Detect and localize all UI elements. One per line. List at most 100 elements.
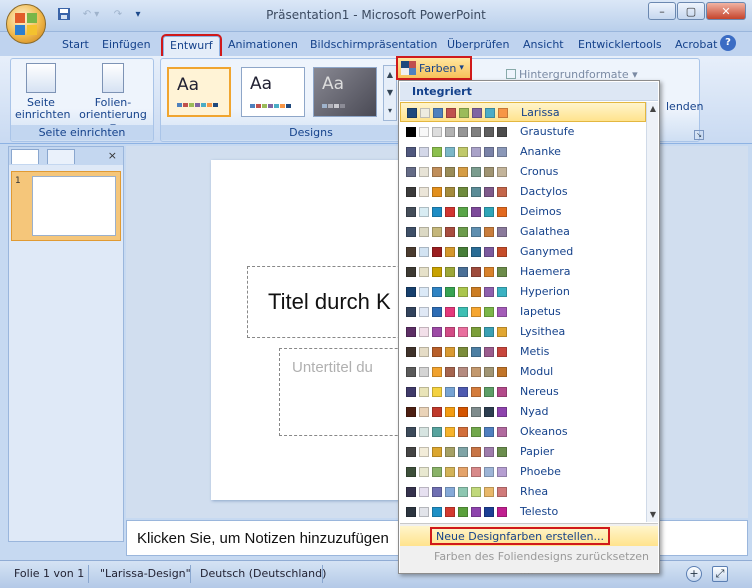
color-scheme-item[interactable]: Telesto	[400, 502, 646, 522]
color-swatch	[445, 267, 455, 277]
tab-ueberpruefen[interactable]: Überprüfen	[441, 36, 515, 56]
color-scheme-name: Modul	[520, 365, 554, 378]
color-scheme-item[interactable]: Haemera	[400, 262, 646, 282]
color-swatch	[484, 247, 494, 257]
slide-thumbnail[interactable]	[32, 176, 116, 236]
color-swatch	[458, 207, 468, 217]
color-swatch	[471, 247, 481, 257]
seite-einrichten-label: Seite einrichten	[15, 96, 71, 121]
color-swatch	[458, 307, 468, 317]
color-scheme-item[interactable]: Phoebe	[400, 462, 646, 482]
zoom-in-icon[interactable]: +	[686, 566, 702, 582]
tab-start[interactable]: Start	[56, 36, 95, 56]
minimize-button[interactable]: –	[648, 2, 676, 20]
color-scheme-item[interactable]: Modul	[400, 362, 646, 382]
color-scheme-item[interactable]: Nyad	[400, 402, 646, 422]
tab-ansicht[interactable]: Ansicht	[517, 36, 570, 56]
color-swatch	[445, 467, 455, 477]
help-icon[interactable]: ?	[720, 35, 736, 51]
color-scheme-item[interactable]: Cronus	[400, 162, 646, 182]
color-scheme-item[interactable]: Iapetus	[400, 302, 646, 322]
color-swatch	[471, 427, 481, 437]
color-swatch	[432, 507, 442, 517]
color-scheme-item[interactable]: Galathea	[400, 222, 646, 242]
color-scheme-item[interactable]: Papier	[400, 442, 646, 462]
theme-thumb-larissa[interactable]: Aa	[167, 67, 231, 117]
color-swatch	[446, 108, 456, 118]
color-scheme-item[interactable]: Graustufe	[400, 122, 646, 142]
colors-dropdown: Integriert Larissa Graustufe Ananke Cronus D…	[398, 80, 660, 576]
color-swatch	[458, 147, 468, 157]
color-scheme-item[interactable]: Deimos	[400, 202, 646, 222]
color-swatch	[497, 147, 507, 157]
color-swatch	[419, 167, 429, 177]
panel-close-icon[interactable]: ×	[108, 149, 117, 162]
color-scheme-name: Deimos	[520, 205, 562, 218]
color-scheme-item[interactable]: Ananke	[400, 142, 646, 162]
color-swatch	[406, 507, 416, 517]
color-scheme-item[interactable]: Hyperion	[400, 282, 646, 302]
color-scheme-item[interactable]: Nereus	[400, 382, 646, 402]
color-swatches	[406, 227, 510, 237]
color-swatch	[445, 507, 455, 517]
office-button[interactable]	[6, 4, 46, 44]
close-button[interactable]: ✕	[706, 2, 746, 20]
color-swatch	[406, 447, 416, 457]
office-logo-icon	[15, 13, 37, 35]
reset-theme-colors-button: Farben des Foliendesigns zurücksetzen	[434, 550, 649, 563]
color-scheme-name: Papier	[520, 445, 555, 458]
scroll-down-icon[interactable]: ▼	[647, 508, 659, 522]
farben-button[interactable]: Farben ▾	[396, 56, 472, 80]
tab-entwicklertools[interactable]: Entwicklertools	[572, 36, 668, 56]
color-swatch	[484, 207, 494, 217]
color-swatch	[432, 207, 442, 217]
slides-tab[interactable]	[11, 149, 39, 164]
slide-thumbnail-selected[interactable]: 1	[11, 171, 121, 241]
tab-bildschirmpraesentation[interactable]: Bildschirmpräsentation	[304, 36, 443, 56]
resize-grip-icon[interactable]: ....	[520, 567, 534, 576]
language[interactable]: Deutsch (Deutschland)	[200, 567, 326, 580]
color-swatch	[484, 187, 494, 197]
color-swatch	[485, 108, 495, 118]
color-scheme-name: Dactylos	[520, 185, 568, 198]
tab-entwurf[interactable]: Entwurf	[161, 34, 222, 58]
color-swatch	[484, 447, 494, 457]
color-scheme-item[interactable]: Okeanos	[400, 422, 646, 442]
color-swatches	[407, 108, 511, 118]
color-swatch	[432, 287, 442, 297]
tab-acrobat[interactable]: Acrobat	[669, 36, 723, 56]
color-swatch	[458, 347, 468, 357]
create-theme-colors-label: Neue Designfarben erstellen...	[430, 527, 611, 545]
fit-to-window-icon[interactable]: ⤢	[712, 566, 728, 582]
tab-animationen[interactable]: Animationen	[222, 36, 304, 56]
color-scheme-name: Telesto	[520, 505, 559, 518]
theme-thumb-dark[interactable]: Aa	[313, 67, 377, 117]
color-swatch	[471, 207, 481, 217]
color-scheme-name: Larissa	[521, 106, 560, 119]
color-swatches	[406, 147, 510, 157]
color-scheme-item[interactable]: Rhea	[400, 482, 646, 502]
color-scheme-name: Haemera	[520, 265, 571, 278]
seite-einrichten-button[interactable]: Seite einrichten	[15, 63, 71, 121]
theme-thumb-office[interactable]: Aa	[241, 67, 305, 117]
color-scheme-item[interactable]: Dactylos	[400, 182, 646, 202]
outline-tab[interactable]	[47, 149, 75, 164]
scroll-up-icon[interactable]: ▲	[647, 102, 659, 116]
color-swatch	[458, 267, 468, 277]
gallery-scroll[interactable]: ▲ ▼ ▾	[383, 65, 397, 121]
color-scheme-item[interactable]: Metis	[400, 342, 646, 362]
color-scheme-item[interactable]: Larissa	[400, 102, 646, 122]
color-swatch	[484, 347, 494, 357]
folienorientierung-button[interactable]: Folien-orientierung ▾	[77, 63, 149, 133]
color-scheme-name: Hyperion	[520, 285, 570, 298]
color-scheme-item[interactable]: Ganymed	[400, 242, 646, 262]
color-scheme-item[interactable]: Lysithea	[400, 322, 646, 342]
tab-einfuegen[interactable]: Einfügen	[96, 36, 157, 56]
group-seite-einrichten: Seite einrichten Folien-orientierung ▾ S…	[10, 58, 154, 142]
color-swatch	[419, 267, 429, 277]
dialog-launcher-icon[interactable]: ↘	[694, 130, 704, 140]
maximize-button[interactable]: ▢	[677, 2, 705, 20]
create-theme-colors-button[interactable]: Neue Designfarben erstellen...	[400, 526, 658, 546]
color-swatch	[432, 327, 442, 337]
dropdown-scrollbar[interactable]: ▲ ▼	[646, 102, 658, 522]
